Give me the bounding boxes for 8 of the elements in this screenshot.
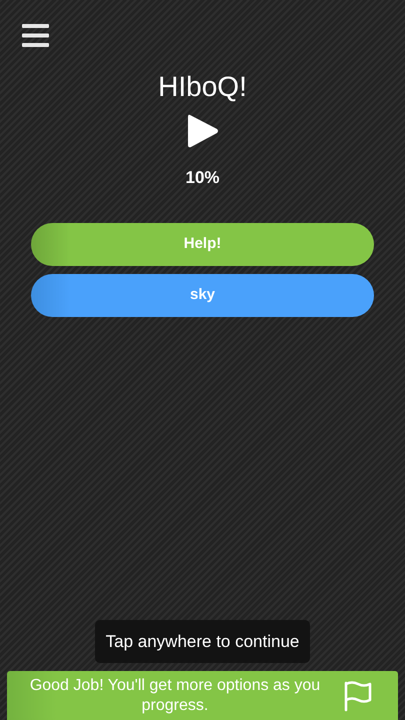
toast-message: Tap anywhere to continue [94,620,310,663]
option-button[interactable]: sky [31,274,374,317]
banner-message: Good Job! You'll get more options as you progress. [28,676,322,715]
app-title: HIboQ! [158,70,247,104]
progress-percent: 10% [185,167,220,190]
help-button[interactable]: Help! [31,222,374,266]
play-icon[interactable] [186,113,218,150]
menu-icon[interactable] [22,23,50,49]
